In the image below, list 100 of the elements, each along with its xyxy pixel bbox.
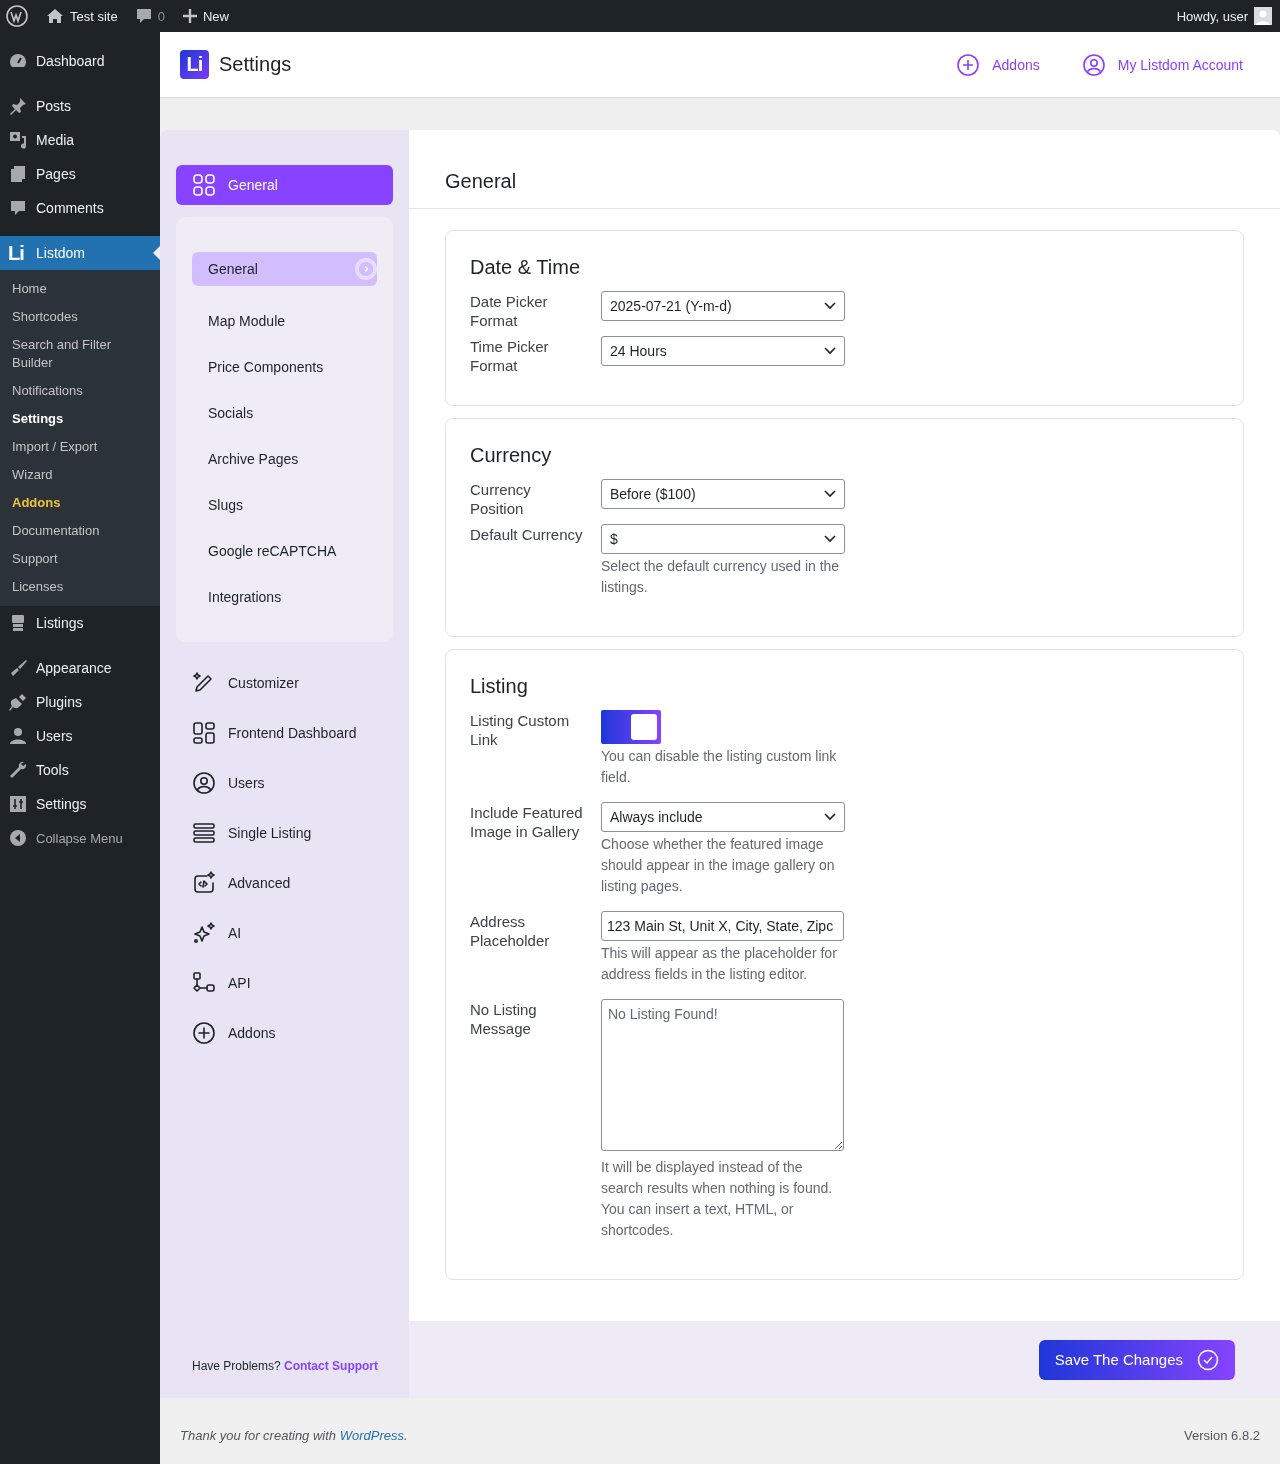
sidebar-item[interactable]: Users (0, 719, 160, 753)
field-label: Default Currency (470, 525, 584, 545)
subsection-item[interactable]: Price Components (192, 344, 377, 390)
grid-icon (192, 173, 216, 197)
submenu-item[interactable]: Import / Export (0, 433, 160, 461)
textarea-field[interactable]: No Listing Found! (601, 999, 844, 1151)
plug-icon (8, 692, 28, 712)
sidebar-item[interactable]: Tools (0, 753, 160, 787)
settings-nav-item[interactable]: AI (176, 908, 393, 958)
settings-nav-item[interactable]: Addons (176, 1008, 393, 1058)
field-label: Time Picker Format (470, 337, 550, 375)
subsection-item[interactable]: Slugs (192, 482, 377, 528)
field-label: Address Placeholder (470, 912, 551, 951)
site-link[interactable]: Test site (46, 8, 118, 24)
submenu-item[interactable]: Home (0, 275, 160, 303)
collapse-menu-button[interactable]: Collapse Menu (0, 821, 160, 855)
user-circle-icon (1081, 52, 1106, 77)
card-title: Listing (470, 675, 529, 698)
settings-nav-item[interactable]: Single Listing (176, 808, 393, 858)
field-label: Currency Position (470, 480, 532, 518)
help-text: Have Problems? Contact Support (191, 1359, 380, 1375)
select-field[interactable]: 2025-07-21 (Y-m-d) (601, 291, 845, 321)
chevron-icon (355, 258, 377, 280)
plus-circle-icon (956, 52, 981, 77)
wrench-icon (8, 760, 28, 780)
pages-icon (8, 164, 28, 184)
home-icon (46, 8, 64, 24)
submenu-item[interactable]: Shortcodes (0, 303, 160, 331)
save-button[interactable]: Save The Changes (1038, 1339, 1235, 1380)
submenu-item[interactable]: Notifications (0, 377, 160, 405)
submenu-item[interactable]: Settings (0, 405, 160, 433)
sidebar-item[interactable]: Settings (0, 787, 160, 821)
comment-icon (8, 198, 28, 218)
card-title: Date & Time (470, 256, 582, 279)
submenu-item[interactable]: Wizard (0, 461, 160, 489)
help-text: It will be displayed instead of the search results when nothing is found. You can insert a text, HTML, or shortcodes. (601, 1158, 834, 1240)
settings-nav-item[interactable]: Advanced (176, 858, 393, 908)
caret-icon (824, 535, 836, 543)
subsection-item[interactable]: Archive Pages (192, 436, 377, 482)
user-icon (8, 726, 28, 746)
header-link[interactable]: Addons (956, 52, 1040, 77)
subsection-item[interactable]: Google reCAPTCHA (192, 528, 377, 574)
sidebar-item[interactable]: Pages (0, 157, 160, 191)
sidebar-item[interactable]: Li Listdom (0, 236, 160, 270)
header-link[interactable]: My Listdom Account (1081, 52, 1243, 77)
help-text: You can disable the listing custom link field. (601, 747, 838, 787)
subsection-item[interactable]: Map Module (192, 298, 377, 344)
wordpress-link[interactable]: WordPress (339, 1428, 404, 1443)
select-field[interactable]: $ (601, 524, 845, 554)
submenu-item[interactable]: Documentation (0, 517, 160, 545)
card-title: Currency (470, 444, 553, 467)
settings-nav-item[interactable]: General (176, 165, 393, 205)
comments-link[interactable]: 0 (135, 8, 165, 24)
select-field[interactable]: 24 Hours (601, 336, 845, 366)
collapse-icon (8, 828, 28, 848)
sliders-icon (8, 794, 28, 814)
page-title: Settings (219, 53, 292, 76)
input-field[interactable]: 123 Main St, Unit X, City, State, Zipc (601, 911, 844, 941)
subsection-item[interactable]: Integrations (192, 574, 377, 620)
settings-nav-item[interactable]: Frontend Dashboard (176, 708, 393, 758)
plus-circle-icon (192, 1021, 216, 1045)
media-icon (8, 130, 28, 150)
plugin-logo: Li (180, 50, 209, 79)
field-label: Include Featured Image in Gallery (470, 803, 584, 842)
contact-support-link[interactable]: Contact Support (284, 1359, 379, 1373)
field-label: No Listing Message (470, 1000, 538, 1039)
sidebar-item[interactable]: Dashboard (0, 44, 160, 78)
submenu-item[interactable]: Licenses (0, 573, 160, 601)
sidebar-item[interactable]: Listings (0, 606, 160, 640)
submenu-item[interactable]: Support (0, 545, 160, 573)
help-text: Select the default currency used in the listings. (601, 557, 841, 597)
new-link[interactable]: New (182, 8, 229, 24)
avatar-icon (1254, 7, 1272, 25)
code-icon (192, 871, 216, 895)
subsection-item[interactable]: Socials (192, 390, 377, 436)
settings-nav-item[interactable]: API (176, 958, 393, 1008)
sidebar-item[interactable]: Appearance (0, 651, 160, 685)
field-label: Listing Custom Link (470, 711, 571, 750)
subsection-item[interactable]: General (192, 252, 377, 286)
select-field[interactable]: Before ($100) (601, 479, 845, 509)
caret-icon (824, 302, 836, 310)
account-link[interactable]: Howdy, user (1176, 7, 1272, 25)
submenu-item[interactable]: Addons (0, 489, 160, 517)
sidebar-item[interactable]: Media (0, 123, 160, 157)
plus-icon (182, 9, 197, 23)
plugin-logo: Li (8, 241, 25, 265)
sidebar-item[interactable]: Comments (0, 191, 160, 225)
sidebar-item[interactable]: Plugins (0, 685, 160, 719)
submenu-item[interactable]: Search and Filter Builder (0, 331, 160, 377)
check-circle-icon (1197, 1348, 1219, 1371)
toggle-switch[interactable] (601, 710, 661, 744)
brush-icon (8, 658, 28, 678)
settings-nav-item[interactable]: Customizer (176, 658, 393, 708)
sidebar-item[interactable]: Posts (0, 89, 160, 123)
select-field[interactable]: Always include (601, 802, 845, 832)
list-icon (192, 821, 216, 845)
help-text: Choose whether the featured image should appear in the image gallery on listing pages. (601, 835, 836, 896)
settings-nav-item[interactable]: Users (176, 758, 393, 808)
footer-text: Thank you for creating with WordPress. (180, 1428, 408, 1443)
wordpress-logo-icon[interactable] (6, 5, 28, 27)
